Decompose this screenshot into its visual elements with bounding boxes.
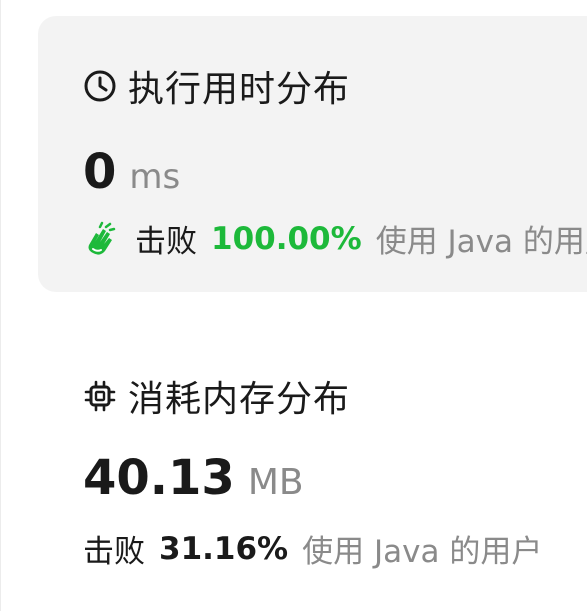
- runtime-card[interactable]: 执行用时分布 0 ms 击败 100.00% 使用 Java 的用户: [38, 16, 587, 292]
- memory-beat-label: 击败: [83, 534, 145, 570]
- runtime-value: 0: [83, 144, 117, 200]
- memory-beat-row: 击败 31.16% 使用 Java 的用户: [83, 526, 542, 571]
- memory-title: 消耗内存分布: [128, 379, 351, 420]
- runtime-title: 执行用时分布: [128, 69, 351, 110]
- memory-title-row: 消耗内存分布: [83, 370, 350, 422]
- runtime-beat-label: 击败: [135, 224, 197, 260]
- clapping-hands-icon: [83, 219, 123, 259]
- runtime-beat-row: 击败 100.00% 使用 Java 的用户: [83, 216, 587, 261]
- submission-stats-panel: 执行用时分布 0 ms 击败 100.00% 使用 Java 的用户: [0, 0, 587, 611]
- clock-icon: [83, 69, 117, 103]
- runtime-value-row: 0 ms: [83, 144, 180, 200]
- memory-percentile: 31.16%: [159, 530, 289, 567]
- memory-unit: MB: [247, 462, 304, 503]
- runtime-percentile: 100.00%: [211, 220, 362, 257]
- chip-icon: [83, 379, 117, 413]
- runtime-unit: ms: [129, 157, 181, 197]
- memory-card[interactable]: 消耗内存分布 40.13 MB 击败 31.16% 使用 Java 的用户: [38, 330, 587, 590]
- memory-value: 40.13: [83, 450, 235, 506]
- runtime-title-row: 执行用时分布: [83, 60, 350, 112]
- memory-suffix: 使用 Java 的用户: [302, 534, 543, 570]
- runtime-suffix: 使用 Java 的用户: [375, 224, 587, 260]
- memory-value-row: 40.13 MB: [83, 450, 304, 506]
